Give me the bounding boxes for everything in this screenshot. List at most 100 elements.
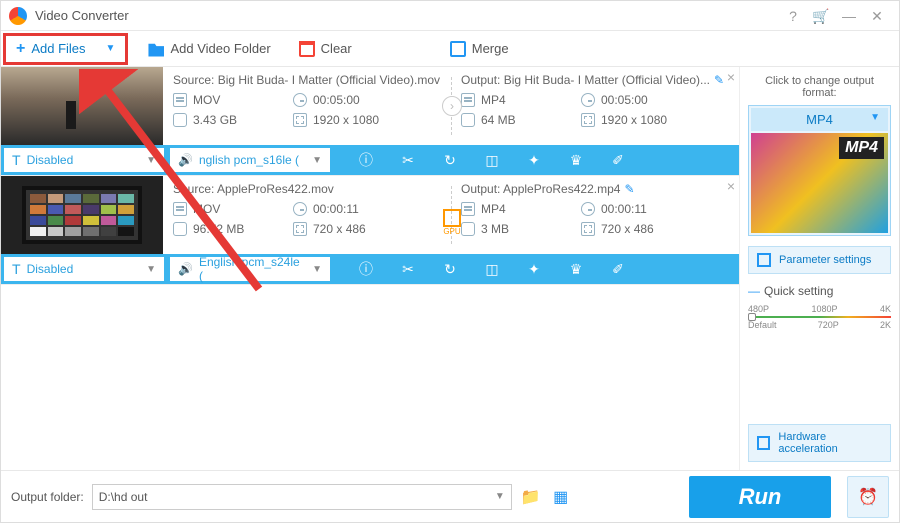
list-item: Source: Big Hit Buda- I Matter (Official… <box>1 67 739 176</box>
cart-icon[interactable]: 🛒 <box>807 6 835 26</box>
dimensions-icon <box>293 222 307 236</box>
output-label: Output: AppleProRes422.mp4 <box>461 182 620 196</box>
audio-select[interactable]: 🔊English pcm_s24le (▼ <box>170 257 330 281</box>
slider-thumb[interactable] <box>748 313 756 321</box>
out-duration: 00:05:00 <box>601 93 648 107</box>
watermark-icon[interactable]: ♛ <box>567 151 585 169</box>
output-folder-label: Output folder: <box>11 490 84 504</box>
help-icon[interactable]: ? <box>779 6 807 26</box>
toolbar: + Add Files ▼ Add Video Folder Clear Mer… <box>1 31 899 67</box>
add-files-button[interactable]: + Add Files ▼ <box>3 33 128 65</box>
titlebar: Video Converter ? 🛒 — ✕ <box>1 1 899 31</box>
side-title: Click to change output format: <box>748 75 891 99</box>
param-label: Parameter settings <box>779 254 871 266</box>
run-button[interactable]: Run <box>689 476 831 518</box>
source-column: Source: AppleProRes422.mov MOV 00:00:11 … <box>163 176 451 254</box>
out-dim: 720 x 486 <box>601 222 654 236</box>
side-panel: Click to change output format: MP4▼ MP4 … <box>739 67 899 470</box>
video-thumbnail[interactable] <box>1 67 163 145</box>
source-label: Source: Big Hit Buda- I Matter (Official… <box>173 73 441 87</box>
folder-icon <box>148 41 164 57</box>
app-logo-icon <box>9 7 27 25</box>
dimensions-icon <box>581 113 595 127</box>
remove-item-button[interactable]: × <box>727 178 735 194</box>
subtitle-select[interactable]: TDisabled▼ <box>4 148 164 172</box>
out-format: MP4 <box>481 202 506 216</box>
format-badge: MP4 <box>839 137 884 159</box>
speaker-icon: 🔊 <box>178 262 193 276</box>
minimize-button[interactable]: — <box>835 6 863 26</box>
out-size: 3 MB <box>481 222 509 236</box>
subtitle-edit-icon[interactable]: ✐ <box>609 151 627 169</box>
edit-icon[interactable]: ✎ <box>714 73 724 87</box>
info-icon[interactable]: ⓘ <box>357 151 375 169</box>
quick-setting-title: Quick setting <box>748 284 891 298</box>
src-size: 96.72 MB <box>193 222 244 236</box>
cut-icon[interactable]: ✂ <box>399 151 417 169</box>
plus-icon: + <box>16 40 25 58</box>
file-list: Source: Big Hit Buda- I Matter (Official… <box>1 67 739 470</box>
add-folder-button[interactable]: Add Video Folder <box>140 37 278 61</box>
subtitle-select[interactable]: TDisabled▼ <box>4 257 164 281</box>
add-files-label: Add Files <box>31 41 85 56</box>
merge-label: Merge <box>472 41 509 56</box>
chevron-down-icon: ▼ <box>312 155 322 166</box>
hardware-accel-button[interactable]: Hardware acceleration <box>748 424 891 462</box>
effects-icon[interactable]: ✦ <box>525 260 543 278</box>
format-preview: MP4 <box>751 133 888 233</box>
clock-icon <box>293 93 307 107</box>
video-thumbnail[interactable] <box>1 176 163 254</box>
effects-icon[interactable]: ✦ <box>525 151 543 169</box>
clear-button[interactable]: Clear <box>291 37 360 61</box>
size-icon <box>461 222 475 236</box>
output-folder-select[interactable]: D:\hd out▼ <box>92 484 512 510</box>
crop-icon[interactable]: ◫ <box>483 260 501 278</box>
gpu-icon <box>443 209 461 227</box>
browse-folder-button[interactable]: 📁 <box>520 487 542 507</box>
chevron-down-icon[interactable]: ▼ <box>106 43 116 54</box>
info-icon[interactable]: ⓘ <box>357 260 375 278</box>
list-item: Source: AppleProRes422.mov MOV 00:00:11 … <box>1 176 739 285</box>
footer: Output folder: D:\hd out▼ 📁 ▦ Run ⏰ <box>1 470 899 522</box>
out-dim: 1920 x 1080 <box>601 113 667 127</box>
chevron-down-icon: ▼ <box>146 264 156 275</box>
format-label: MP4 <box>806 112 833 127</box>
trash-icon <box>299 41 315 57</box>
schedule-button[interactable]: ⏰ <box>847 476 889 518</box>
clock-icon <box>293 202 307 216</box>
format-icon <box>173 93 187 107</box>
merge-button[interactable]: Merge <box>442 37 517 61</box>
source-column: Source: Big Hit Buda- I Matter (Official… <box>163 67 451 145</box>
edit-icon[interactable]: ✎ <box>624 182 634 196</box>
clear-label: Clear <box>321 41 352 56</box>
open-output-button[interactable]: ▦ <box>550 487 572 507</box>
quality-slider[interactable]: 480P1080P4K Default720P2K <box>748 304 891 332</box>
dimensions-icon <box>581 222 595 236</box>
crop-icon[interactable]: ◫ <box>483 151 501 169</box>
cut-icon[interactable]: ✂ <box>399 260 417 278</box>
item-action-bar: TDisabled▼ 🔊nglish pcm_s16le (▼ ⓘ ✂ ↻ ◫ … <box>1 145 739 175</box>
out-duration: 00:00:11 <box>601 202 647 216</box>
chip-icon <box>757 436 770 450</box>
rotate-icon[interactable]: ↻ <box>441 151 459 169</box>
subtitle-edit-icon[interactable]: ✐ <box>609 260 627 278</box>
dimensions-icon <box>293 113 307 127</box>
gpu-badge: GPU <box>441 209 463 236</box>
output-label: Output: Big Hit Buda- I Matter (Official… <box>461 73 710 87</box>
clock-icon <box>581 93 595 107</box>
audio-label: English pcm_s24le ( <box>199 255 306 283</box>
output-column: Output: Big Hit Buda- I Matter (Official… <box>451 67 739 145</box>
close-button[interactable]: ✕ <box>863 6 891 26</box>
rotate-icon[interactable]: ↻ <box>441 260 459 278</box>
output-format-picker[interactable]: MP4▼ MP4 <box>748 105 891 236</box>
arrow-separator: GPU <box>451 186 452 244</box>
parameter-settings-button[interactable]: Parameter settings <box>748 246 891 274</box>
remove-item-button[interactable]: × <box>727 69 735 85</box>
clock-icon <box>581 202 595 216</box>
merge-icon <box>450 41 466 57</box>
src-duration: 00:00:11 <box>313 202 359 216</box>
src-format: MOV <box>193 202 220 216</box>
audio-select[interactable]: 🔊nglish pcm_s16le (▼ <box>170 148 330 172</box>
arrow-right-icon: › <box>442 96 462 116</box>
watermark-icon[interactable]: ♛ <box>567 260 585 278</box>
